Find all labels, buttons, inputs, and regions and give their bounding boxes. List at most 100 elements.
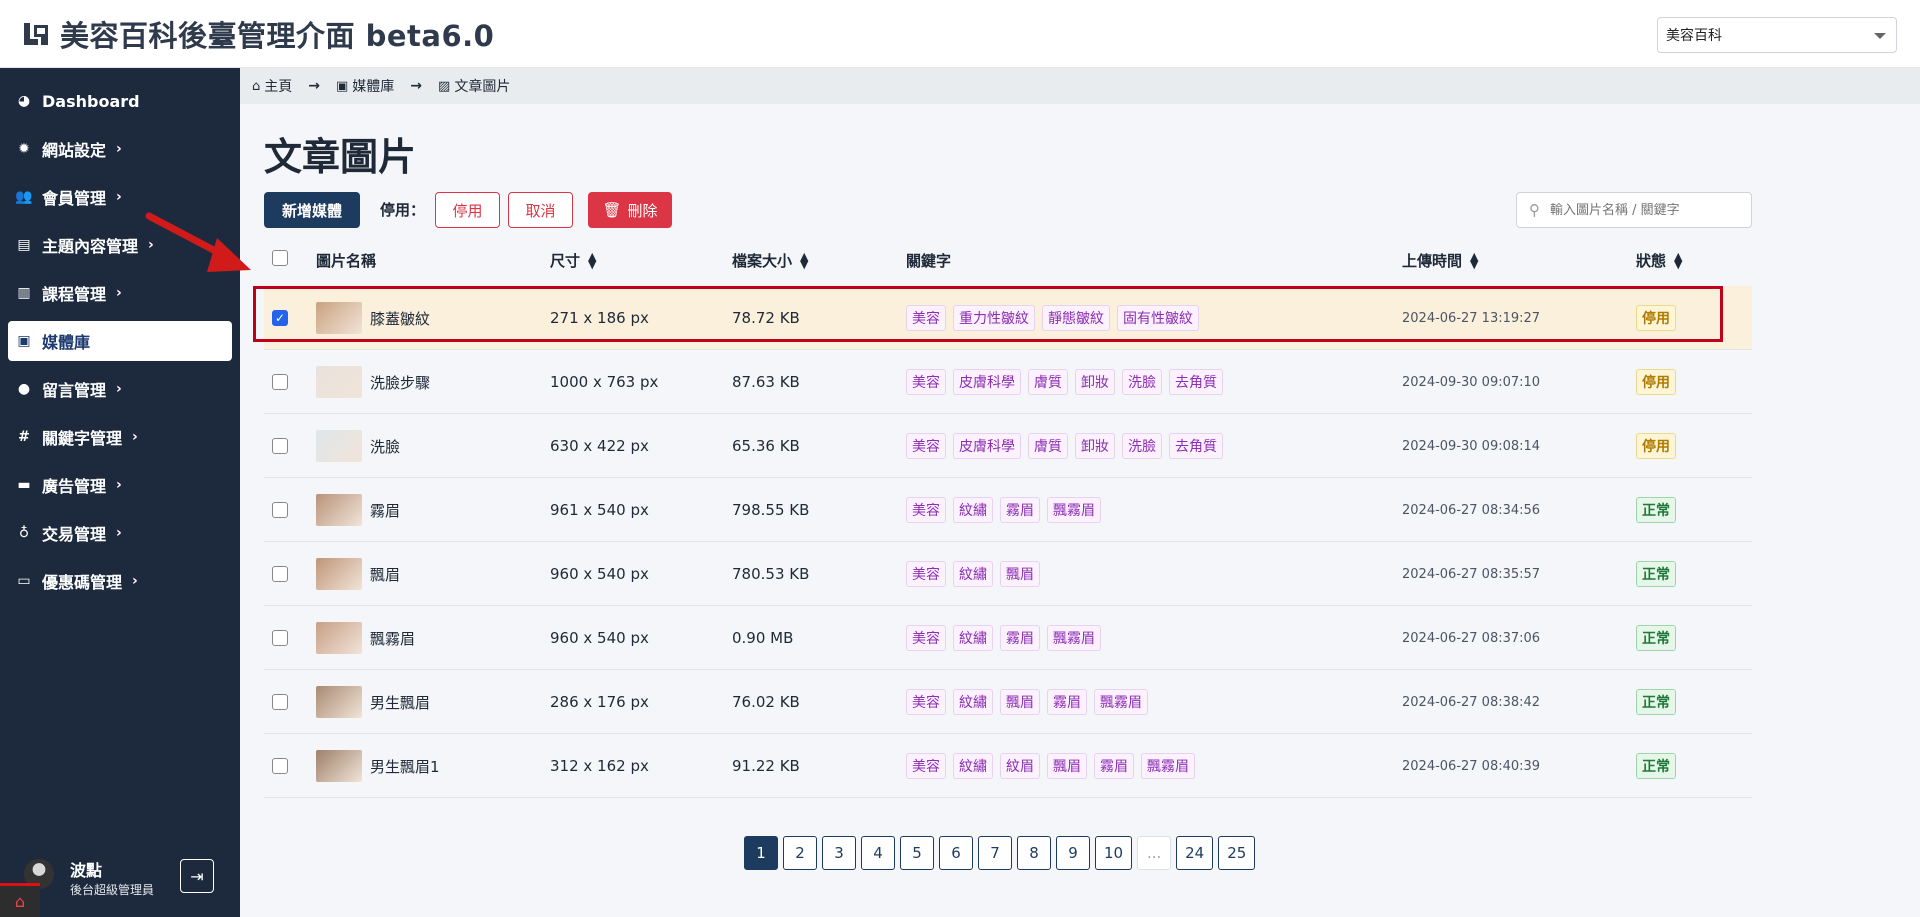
site-selector[interactable]: 美容百科 (1657, 17, 1897, 53)
row-checkbox[interactable] (272, 758, 288, 774)
users-icon: 👥 (15, 189, 33, 205)
upload-time-cell: 2024-06-27 08:38:42 (1402, 670, 1540, 734)
sidebar-item-label: Dashboard (42, 91, 140, 111)
thumbnail-image[interactable] (316, 686, 362, 718)
keyword-tag: 美容 (906, 369, 946, 395)
chevron-right-icon: › (116, 525, 122, 541)
page-button-5[interactable]: 5 (900, 836, 934, 870)
pagination: 1 2 3 4 5 6 7 8 9 10... 24 25 (744, 836, 1260, 870)
sidebar-item-media-library[interactable]: ▣ 媒體庫 (8, 321, 232, 361)
sidebar-item-comments[interactable]: ● 留言管理 › (0, 369, 240, 409)
sidebar-item-coupons[interactable]: ▭ 優惠碼管理 › (0, 561, 240, 601)
image-dimensions: 630 x 422 px (550, 437, 649, 455)
file-size: 65.36 KB (732, 437, 800, 455)
logout-button[interactable]: ⇥ (180, 859, 214, 893)
image-dimensions: 960 x 540 px (550, 629, 649, 647)
thumbnail-image[interactable] (316, 366, 362, 398)
keyword-tag: 美容 (906, 753, 946, 779)
sort-icon: ▲ ▼ (1674, 249, 1683, 271)
table-row[interactable]: 男生飄眉 286 x 176 px 76.02 KB 美容 紋繡 飄眉 霧眉 飄霧眉 2024-… (264, 670, 1752, 734)
row-checkbox-cell (272, 414, 288, 478)
row-checkbox[interactable] (272, 566, 288, 582)
table-row[interactable]: 霧眉 961 x 540 px 798.55 KB 美容 紋繡 霧眉 飄霧眉 2024-06-… (264, 478, 1752, 542)
page-button-10[interactable]: 10 (1095, 836, 1133, 870)
sidebar-item-label: 交易管理 (42, 525, 107, 544)
status-badge[interactable]: 停用 (1636, 433, 1676, 459)
thumbnail-image[interactable] (316, 494, 362, 526)
column-header-filesize[interactable]: 檔案大小 ▲ ▼ (732, 250, 808, 271)
status-badge[interactable]: 正常 (1636, 689, 1676, 715)
image-dimensions: 960 x 540 px (550, 565, 649, 583)
breadcrumb-home[interactable]: ⌂ 主頁 (252, 76, 292, 96)
page-button-4[interactable]: 4 (861, 836, 895, 870)
breadcrumb-media-library[interactable]: ▣ 媒體庫 (336, 76, 394, 96)
search-input[interactable] (1550, 202, 1740, 218)
laravel-logo-icon (24, 22, 48, 45)
page-button-25[interactable]: 25 (1218, 836, 1256, 870)
image-name-cell: 洗臉 (316, 414, 400, 478)
keyword-tag: 皮膚科學 (953, 433, 1021, 459)
column-label: 檔案大小 (732, 252, 793, 270)
row-checkbox[interactable] (272, 374, 288, 390)
thumbnail-image[interactable] (316, 558, 362, 590)
sort-icon: ▲ ▼ (588, 249, 597, 271)
page-button-7[interactable]: 7 (978, 836, 1012, 870)
keyword-tag: 紋繡 (953, 561, 993, 587)
keyword-tag: 皮膚科學 (953, 369, 1021, 395)
sidebar-item-keywords[interactable]: # 關鍵字管理 › (0, 417, 240, 457)
app-title: 美容百科後臺管理介面 beta6.0 (60, 18, 495, 53)
status-badge[interactable]: 停用 (1636, 369, 1676, 395)
status-badge[interactable]: 正常 (1636, 497, 1676, 523)
delete-button[interactable]: 🗑 刪除 (588, 192, 672, 228)
row-checkbox[interactable] (272, 630, 288, 646)
keyword-tag: 卸妝 (1075, 433, 1115, 459)
sidebar-item-label: 留言管理 (42, 381, 107, 400)
status-badge[interactable]: 正常 (1636, 625, 1676, 651)
images-icon: ▣ (336, 78, 349, 94)
cancel-button[interactable]: 取消 (508, 192, 573, 228)
thumbnail-image[interactable] (316, 430, 362, 462)
table-row[interactable]: 男生飄眉1 312 x 162 px 91.22 KB 美容 紋繡 紋眉 飄眉 霧眉 飄霧眉 20… (264, 734, 1752, 798)
column-header-status[interactable]: 狀態 ▲ ▼ (1636, 250, 1682, 271)
chevron-right-icon: › (116, 141, 122, 157)
page-button-9[interactable]: 9 (1056, 836, 1090, 870)
page-button-8[interactable]: 8 (1017, 836, 1051, 870)
column-header-size[interactable]: 尺寸 ▲ ▼ (550, 250, 596, 271)
row-checkbox[interactable] (272, 694, 288, 710)
disable-button[interactable]: 停用 (435, 192, 500, 228)
keyword-tag: 飄霧眉 (1094, 689, 1148, 715)
sidebar-item-transactions[interactable]: ♁ 交易管理 › (0, 513, 240, 553)
thumbnail-image[interactable] (316, 750, 362, 782)
page-button-2[interactable]: 2 (783, 836, 817, 870)
top-bar: 美容百科後臺管理介面 beta6.0 美容百科 (0, 0, 1920, 68)
table-row[interactable]: 洗臉步驟 1000 x 763 px 87.63 KB 美容 皮膚科學 膚質 卸妝 洗臉 去角質… (264, 350, 1752, 414)
page-button-24[interactable]: 24 (1176, 836, 1214, 870)
add-media-button[interactable]: 新增媒體 (264, 192, 360, 228)
keywords-cell: 美容 紋繡 霧眉 飄霧眉 (906, 478, 1108, 542)
page-button-1[interactable]: 1 (744, 836, 778, 870)
row-checkbox-cell (272, 606, 288, 670)
table-row[interactable]: 飄眉 960 x 540 px 780.53 KB 美容 紋繡 飄眉 2024-06-27 … (264, 542, 1752, 606)
table-row[interactable]: 洗臉 630 x 422 px 65.36 KB 美容 皮膚科學 膚質 卸妝 洗臉 去角質 202… (264, 414, 1752, 478)
image-name: 飄眉 (370, 565, 401, 584)
status-badge[interactable]: 正常 (1636, 561, 1676, 587)
page-button-3[interactable]: 3 (822, 836, 856, 870)
page-button-6[interactable]: 6 (939, 836, 973, 870)
sidebar-item-dashboard[interactable]: ◕ Dashboard (0, 81, 240, 121)
column-header-uploaded[interactable]: 上傳時間 ▲ ▼ (1402, 250, 1478, 271)
row-checkbox[interactable] (272, 438, 288, 454)
row-checkbox[interactable] (272, 502, 288, 518)
debugbar-icon[interactable]: ⌂ (0, 883, 40, 917)
thumbnail-image[interactable] (316, 622, 362, 654)
sidebar-item-site-settings[interactable]: ✹ 網站設定 › (0, 129, 240, 169)
sidebar-item-label: 關鍵字管理 (42, 429, 123, 448)
select-all-checkbox[interactable] (272, 250, 288, 266)
keyword-tag: 美容 (906, 625, 946, 651)
delete-button-label: 刪除 (627, 201, 658, 220)
sidebar-item-ads[interactable]: ▬ 廣告管理 › (0, 465, 240, 505)
image-name: 飄霧眉 (370, 629, 416, 648)
status-badge[interactable]: 正常 (1636, 753, 1676, 779)
table-row[interactable]: 飄霧眉 960 x 540 px 0.90 MB 美容 紋繡 霧眉 飄霧眉 2024-06-2… (264, 606, 1752, 670)
image-dimensions: 961 x 540 px (550, 501, 649, 519)
keyword-tag: 飄霧眉 (1047, 497, 1101, 523)
